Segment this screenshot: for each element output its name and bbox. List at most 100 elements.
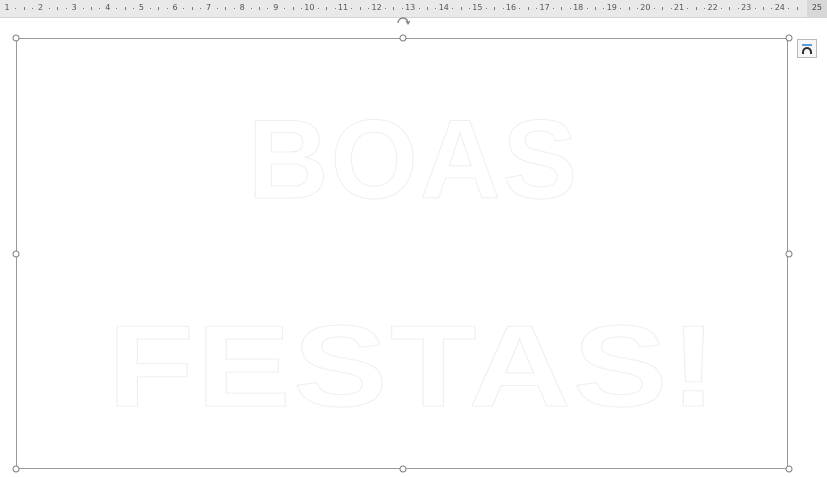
- ruler-tick: [721, 8, 722, 9]
- ruler-tick: [637, 8, 638, 9]
- ruler-number: 17: [539, 3, 550, 12]
- ruler-number: 19: [606, 3, 617, 12]
- ruler-tick: [670, 8, 672, 9]
- ruler-tick: [233, 8, 235, 9]
- ruler-tick: [99, 8, 101, 9]
- ruler-tick: [502, 8, 504, 9]
- ruler-number: 15: [472, 3, 483, 12]
- ruler-tick: [460, 7, 462, 10]
- ruler-tick: [561, 7, 563, 10]
- wordart-line-2: FESTAS!: [107, 301, 720, 431]
- ruler-tick: [149, 8, 151, 9]
- ruler-number: 11: [337, 3, 349, 12]
- ruler-tick: [401, 8, 403, 9]
- resize-handle-top-right[interactable]: [785, 34, 793, 42]
- ruler-number: 4: [105, 3, 111, 12]
- ruler-tick: [569, 8, 571, 9]
- ruler-number: 21: [673, 3, 685, 12]
- ruler-number: 6: [172, 3, 178, 12]
- resize-handle-top-left[interactable]: [12, 34, 20, 42]
- ruler-number: 23: [741, 3, 752, 12]
- ruler-number: 20: [640, 3, 651, 12]
- ruler-tick: [23, 7, 25, 10]
- layout-options-button[interactable]: [797, 39, 817, 58]
- ruler-number: 8: [239, 3, 245, 12]
- ruler-tick: [326, 7, 328, 10]
- ruler-tick: [191, 7, 193, 10]
- ruler-tick: [82, 8, 84, 9]
- ruler-number: 5: [138, 3, 144, 12]
- ruler-tick: [292, 7, 294, 10]
- ruler-tick: [116, 8, 118, 9]
- ruler-tick: [754, 8, 756, 9]
- ruler-tick: [49, 8, 50, 9]
- ruler-tick: [217, 8, 218, 9]
- ruler-end-label: 25: [811, 3, 822, 12]
- ruler-tick: [620, 8, 622, 9]
- ruler-tick: [527, 7, 529, 10]
- ruler-tick: [704, 8, 706, 9]
- ruler-number: 22: [707, 3, 718, 12]
- resize-handle-bottom-center[interactable]: [399, 465, 407, 473]
- ruler-tick: [32, 8, 34, 9]
- ruler-tick: [418, 8, 420, 9]
- ruler-tick: [385, 8, 386, 9]
- ruler-tick: [301, 8, 302, 9]
- resize-handle-top-center[interactable]: [399, 34, 407, 42]
- ruler-tick: [729, 7, 731, 10]
- ruler-number: 10: [304, 3, 315, 12]
- ruler-tick: [250, 8, 252, 9]
- ruler-tick: [586, 8, 588, 9]
- ruler-number: 3: [71, 3, 77, 12]
- ruler-tick: [519, 8, 521, 9]
- rotate-icon: [397, 17, 411, 26]
- ruler-tick: [771, 8, 773, 9]
- layout-options-icon: [802, 44, 812, 54]
- ruler-tick: [796, 7, 798, 10]
- ruler-tick: [284, 8, 286, 9]
- ruler-tick: [317, 8, 319, 9]
- ruler-number: 18: [573, 3, 584, 12]
- ruler-tick: [133, 8, 134, 9]
- ruler-tick: [65, 8, 67, 9]
- ruler-tick: [166, 8, 168, 9]
- ruler-number: 2: [38, 3, 44, 12]
- ruler-tick: [687, 8, 689, 9]
- ruler-tick: [628, 7, 630, 10]
- ruler-end: 25: [807, 0, 827, 17]
- wordart-line-1: BOAS: [247, 97, 580, 222]
- ruler-tick: [225, 7, 227, 10]
- ruler-number: 1: [4, 3, 10, 12]
- ruler-tick: [359, 7, 361, 10]
- ruler-number: 24: [774, 3, 785, 12]
- ruler-number: 14: [438, 3, 449, 12]
- resize-handle-middle-right[interactable]: [785, 250, 793, 258]
- ruler-tick: [452, 8, 454, 9]
- ruler-tick: [57, 7, 59, 10]
- ruler-tick: [485, 8, 487, 9]
- ruler-tick: [91, 7, 92, 10]
- rotate-handle[interactable]: [396, 12, 411, 26]
- ruler-tick: [259, 7, 260, 10]
- ruler-tick: [393, 7, 395, 10]
- ruler-tick: [469, 8, 470, 9]
- ruler-number: 7: [206, 3, 212, 12]
- ruler-tick: [435, 8, 437, 9]
- ruler-number: 16: [505, 3, 517, 12]
- resize-handle-bottom-left[interactable]: [12, 465, 20, 473]
- ruler-tick: [763, 7, 764, 10]
- ruler-tick: [183, 8, 185, 9]
- ruler-tick: [124, 7, 126, 10]
- ruler-tick: [653, 8, 655, 9]
- ruler-tick: [553, 8, 554, 9]
- ruler-tick: [15, 8, 17, 9]
- ruler-tick: [603, 8, 605, 9]
- resize-handle-middle-left[interactable]: [12, 250, 20, 258]
- ruler-tick: [267, 8, 269, 9]
- ruler-tick: [334, 8, 336, 9]
- ruler-tick: [494, 7, 496, 10]
- ruler-tick: [158, 7, 160, 10]
- ruler-tick: [695, 7, 697, 10]
- resize-handle-bottom-right[interactable]: [785, 465, 793, 473]
- horizontal-ruler[interactable]: 25 1 2 3 4 5 6 7 8 9 10 11 12 13 14 15 16 17 18 19 20 21 22 23…: [0, 0, 827, 18]
